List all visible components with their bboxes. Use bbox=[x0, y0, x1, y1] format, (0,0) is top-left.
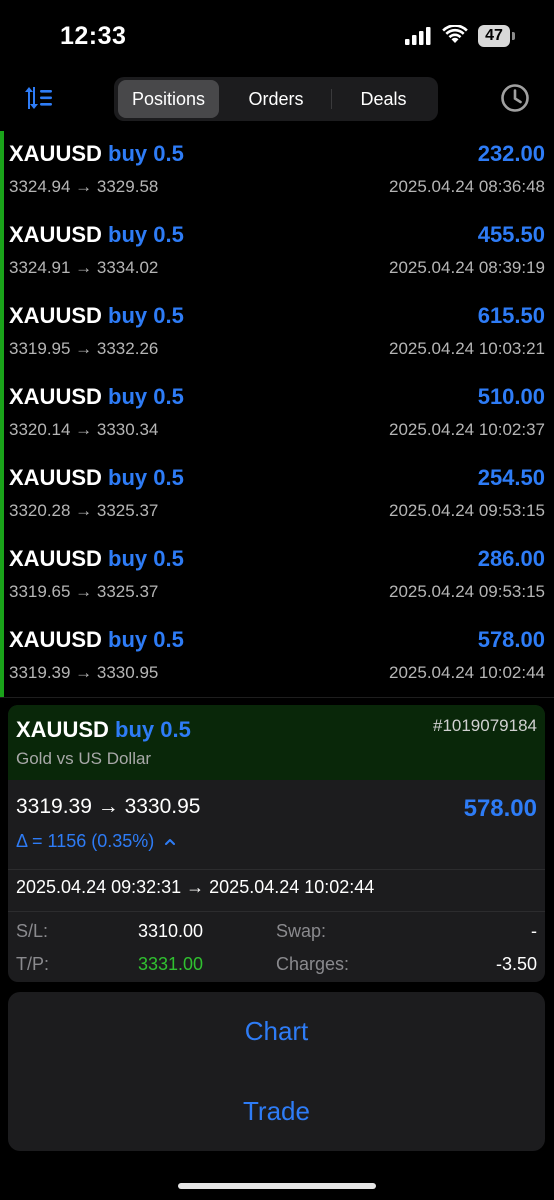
position-profit: 615.50 bbox=[477, 303, 545, 328]
status-time: 12:33 bbox=[60, 22, 127, 50]
cellular-signal-icon bbox=[405, 27, 431, 45]
detail-delta: Δ = 1156 (0.35%) bbox=[16, 831, 176, 852]
battery-level: 47 bbox=[478, 25, 510, 47]
position-datetime: 2025.04.24 08:39:19 bbox=[389, 258, 545, 277]
detail-time-range: 2025.04.24 09:32:31 → 2025.04.24 10:02:4… bbox=[16, 877, 375, 897]
position-datetime: 2025.04.24 09:53:15 bbox=[389, 582, 545, 601]
position-row[interactable]: XAUUSD buy 0.5 510.00 3320.14 → 3330.34 … bbox=[0, 374, 554, 455]
position-detail-card: XAUUSD buy 0.5 #1019079184 Gold vs US Do… bbox=[8, 705, 545, 982]
position-symbol: XAUUSD bbox=[9, 303, 102, 328]
position-side: buy 0.5 bbox=[108, 222, 184, 247]
divider bbox=[8, 869, 545, 870]
tab-selector: Positions Orders Deals bbox=[114, 77, 438, 121]
position-row[interactable]: XAUUSD buy 0.5 232.00 3324.94 → 3329.58 … bbox=[0, 131, 554, 212]
position-row[interactable]: XAUUSD buy 0.5 615.50 3319.95 → 3332.26 … bbox=[0, 293, 554, 374]
swap-label: Swap: bbox=[276, 921, 327, 941]
position-side: buy 0.5 bbox=[108, 546, 184, 571]
position-prices: 3324.91 → 3334.02 bbox=[9, 258, 159, 277]
position-prices: 3320.28 → 3325.37 bbox=[9, 501, 159, 520]
battery-icon: 47 bbox=[478, 25, 516, 47]
detail-prices: 3319.39 → 3330.95 bbox=[16, 795, 201, 818]
wifi-icon bbox=[442, 25, 468, 43]
position-symbol: XAUUSD bbox=[9, 546, 102, 571]
position-profit: 578.00 bbox=[477, 627, 545, 652]
tab-orders[interactable]: Orders bbox=[224, 80, 328, 118]
position-symbol: XAUUSD bbox=[9, 384, 102, 409]
position-prices: 3319.39 → 3330.95 bbox=[9, 663, 159, 682]
position-profit: 232.00 bbox=[477, 141, 545, 166]
position-row[interactable]: XAUUSD buy 0.5 286.00 3319.65 → 3325.37 … bbox=[0, 536, 554, 617]
position-prices: 3320.14 → 3330.34 bbox=[9, 420, 159, 439]
action-sheet: Chart Trade bbox=[8, 992, 545, 1151]
tp-label: T/P: bbox=[16, 954, 50, 974]
detail-symbol: XAUUSD bbox=[16, 717, 109, 742]
position-row[interactable]: XAUUSD buy 0.5 455.50 3324.91 → 3334.02 … bbox=[0, 212, 554, 293]
chevron-up-icon bbox=[165, 839, 176, 846]
sort-icon[interactable] bbox=[24, 84, 54, 112]
home-indicator bbox=[178, 1183, 376, 1189]
sl-label: S/L: bbox=[16, 921, 49, 941]
position-side: buy 0.5 bbox=[108, 627, 184, 652]
position-row[interactable]: XAUUSD buy 0.5 254.50 3320.28 → 3325.37 … bbox=[0, 455, 554, 536]
position-datetime: 2025.04.24 10:02:44 bbox=[389, 663, 545, 682]
positions-list: XAUUSD buy 0.5 232.00 3324.94 → 3329.58 … bbox=[0, 131, 554, 697]
position-side: buy 0.5 bbox=[108, 384, 184, 409]
position-profit: 254.50 bbox=[477, 465, 545, 490]
trade-button[interactable]: Trade bbox=[8, 1072, 545, 1151]
detail-header: XAUUSD buy 0.5 #1019079184 Gold vs US Do… bbox=[8, 705, 545, 780]
position-datetime: 2025.04.24 10:03:21 bbox=[389, 339, 545, 358]
position-datetime: 2025.04.24 10:02:37 bbox=[389, 420, 545, 439]
charges-value: -3.50 bbox=[495, 954, 537, 974]
position-prices: 3319.95 → 3332.26 bbox=[9, 339, 159, 358]
detail-description: Gold vs US Dollar bbox=[16, 749, 152, 768]
status-bar: 12:33 47 bbox=[0, 0, 554, 74]
swap-value: - bbox=[531, 921, 537, 941]
position-symbol: XAUUSD bbox=[9, 465, 102, 490]
position-prices: 3324.94 → 3329.58 bbox=[9, 177, 159, 196]
position-prices: 3319.65 → 3325.37 bbox=[9, 582, 159, 601]
position-profit: 286.00 bbox=[477, 546, 545, 571]
position-side: buy 0.5 bbox=[108, 303, 184, 328]
position-side: buy 0.5 bbox=[108, 465, 184, 490]
detail-profit: 578.00 bbox=[463, 795, 537, 822]
position-symbol: XAUUSD bbox=[9, 222, 102, 247]
toolbar: Positions Orders Deals bbox=[0, 74, 554, 124]
detail-side: buy 0.5 bbox=[115, 717, 191, 742]
position-datetime: 2025.04.24 09:53:15 bbox=[389, 501, 545, 520]
chart-button[interactable]: Chart bbox=[8, 992, 545, 1071]
position-symbol: XAUUSD bbox=[9, 141, 102, 166]
position-row[interactable]: XAUUSD buy 0.5 578.00 3319.39 → 3330.95 … bbox=[0, 617, 554, 698]
history-clock-icon[interactable] bbox=[500, 83, 530, 113]
tp-value: 3331.00 bbox=[138, 954, 204, 974]
divider bbox=[0, 697, 554, 698]
position-datetime: 2025.04.24 08:36:48 bbox=[389, 177, 545, 196]
tab-deals[interactable]: Deals bbox=[333, 80, 434, 118]
divider bbox=[8, 911, 545, 912]
position-side: buy 0.5 bbox=[108, 141, 184, 166]
charges-label: Charges: bbox=[276, 954, 350, 974]
sl-value: 3310.00 bbox=[138, 921, 204, 941]
detail-delta-text: Δ = 1156 (0.35%) bbox=[16, 831, 155, 851]
detail-ticket: #1019079184 bbox=[432, 716, 537, 735]
tab-positions[interactable]: Positions bbox=[118, 80, 219, 118]
position-symbol: XAUUSD bbox=[9, 627, 102, 652]
position-profit: 510.00 bbox=[477, 384, 545, 409]
position-profit: 455.50 bbox=[477, 222, 545, 247]
